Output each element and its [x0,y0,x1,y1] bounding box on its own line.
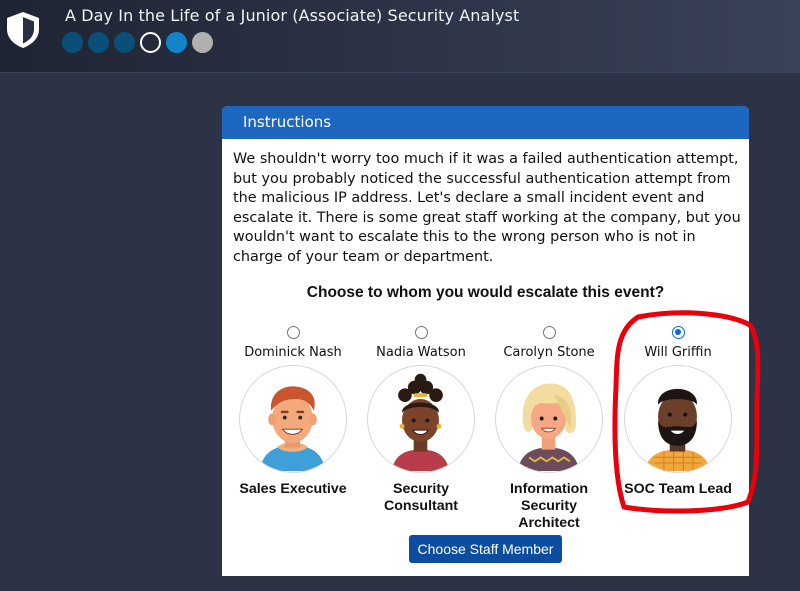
progress-step-3[interactable] [114,32,135,53]
progress-step-1[interactable] [62,32,83,53]
staff-role: Information Security Architect [509,481,589,531]
progress-step-5[interactable] [166,32,187,53]
staff-name: Will Griffin [644,345,712,360]
staff-option-nadia-watson[interactable]: Nadia Watson Security Consultant [357,326,485,515]
avatar[interactable] [239,365,347,473]
shield-logo-icon [7,12,39,48]
staff-role: SOC Team Lead [624,481,732,497]
instructions-text: We shouldn't worry too much if it was a … [233,151,741,265]
choose-staff-member-button[interactable]: Choose Staff Member [409,535,562,563]
staff-name: Dominick Nash [244,345,342,360]
avatar-man-ginger-icon [259,386,326,471]
staff-name: Nadia Watson [376,345,466,360]
task-progress [62,32,213,53]
avatar-man-beard-icon [644,388,711,471]
avatar-woman-blonde-icon [517,383,580,471]
progress-step-2[interactable] [88,32,109,53]
progress-step-6 [192,32,213,53]
staff-role: Sales Executive [239,481,347,497]
staff-radio[interactable] [542,326,556,339]
staff-option-will-griffin[interactable]: Will Griffin SOC Team Lead [614,326,742,498]
avatar[interactable] [367,365,475,473]
staff-name: Carolyn Stone [503,345,595,360]
staff-radio[interactable] [414,326,428,339]
staff-option-dominick-nash[interactable]: Dominick Nash Sales Executive [229,326,357,498]
avatar-woman-curly-hair-icon [391,373,450,471]
instructions-panel: Instructions We shouldn't worry too much… [222,106,749,576]
escalation-question: Choose to whom you would escalate this e… [306,284,665,301]
staff-radio-selected[interactable] [671,326,685,339]
staff-option-carolyn-stone[interactable]: Carolyn Stone Information Security Archi… [485,326,613,532]
avatar[interactable] [624,365,732,473]
room-title: A Day In the Life of a Junior (Associate… [65,6,520,25]
top-bar: A Day In the Life of a Junior (Associate… [0,0,800,73]
progress-step-4[interactable] [140,32,161,53]
staff-role: Security Consultant [383,481,459,514]
staff-radio[interactable] [286,326,300,339]
panel-header: Instructions [222,106,749,139]
avatar[interactable] [495,365,603,473]
